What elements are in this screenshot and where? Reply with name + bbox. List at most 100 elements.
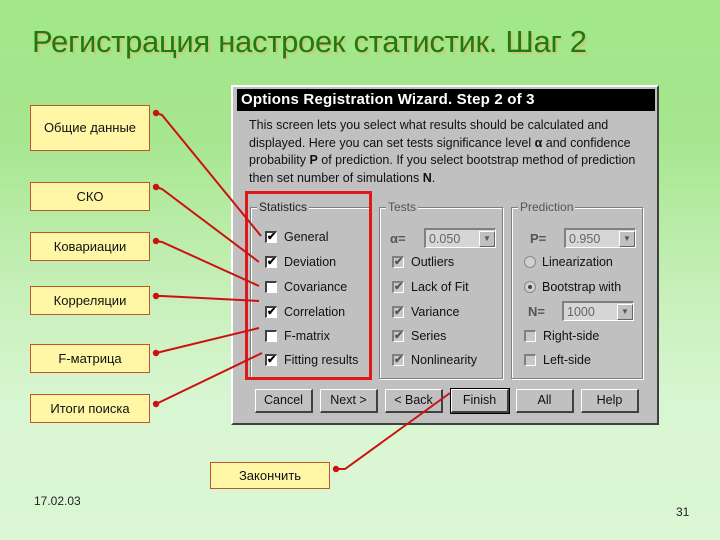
callout-correlation: Корреляции <box>30 286 150 315</box>
cancel-button[interactable]: Cancel <box>255 389 313 413</box>
leader-dot-general <box>152 109 160 117</box>
leader-dot-fitting <box>152 400 160 408</box>
checkbox-series[interactable]: ✔ Series <box>392 329 446 343</box>
dialog-description: This screen lets you select what results… <box>249 117 649 187</box>
checkbox-fitting-results[interactable]: ✔ Fitting results <box>265 353 358 367</box>
callout-finish: Закончить <box>210 462 330 489</box>
checkbox-f-matrix[interactable]: F-matrix <box>265 329 330 343</box>
checkbox-box[interactable]: ✔ <box>265 306 277 318</box>
checkbox-box[interactable]: ✔ <box>392 256 404 268</box>
radio-button[interactable] <box>524 256 536 268</box>
n-value: 1000 <box>567 304 595 319</box>
alpha-value: 0.050 <box>429 231 461 246</box>
callout-fmatrix: F-матрица <box>30 344 150 373</box>
radio-label: Bootstrap with <box>542 280 622 294</box>
checkbox-box[interactable]: ✔ <box>265 354 277 366</box>
checkbox-label: Series <box>411 329 447 343</box>
alpha-select[interactable]: 0.050 ▼ <box>424 228 496 248</box>
callout-deviation: СКО <box>30 182 150 211</box>
alpha-combo-row: α= 0.050 ▼ <box>390 228 496 248</box>
desc-line-4b: . <box>431 170 436 185</box>
desc-line-2b: and confidence <box>542 135 631 150</box>
callout-general: Общие данные <box>30 105 150 151</box>
p-combo-row: P= 0.950 ▼ <box>530 228 636 248</box>
next-button[interactable]: Next > <box>320 389 378 413</box>
checkbox-outliers[interactable]: ✔ Outliers <box>392 255 454 269</box>
desc-line-1: This screen lets you select what results… <box>249 118 609 132</box>
leader-dot-correlation <box>152 292 160 300</box>
dialog-title: Options Registration Wizard. Step 2 of 3 <box>237 89 655 111</box>
checkbox-lack-of-fit[interactable]: ✔ Lack of Fit <box>392 280 469 294</box>
callout-covariance: Ковариации <box>30 232 150 261</box>
checkbox-label: Outliers <box>411 255 455 269</box>
checkbox-label: Right-side <box>543 329 600 343</box>
checkbox-box[interactable] <box>524 354 536 366</box>
help-button[interactable]: Help <box>581 389 639 413</box>
p-select[interactable]: 0.950 ▼ <box>564 228 636 248</box>
p-value: 0.950 <box>569 231 601 246</box>
checkbox-box[interactable]: ✔ <box>265 231 277 243</box>
slide-date: 17.02.03 <box>34 494 81 508</box>
p-label: P= <box>530 230 547 246</box>
checkbox-label: Deviation <box>284 255 337 269</box>
radio-bootstrap[interactable]: Bootstrap with <box>524 280 621 294</box>
alpha-label: α= <box>390 230 406 246</box>
desc-line-4a: then set number of simulations <box>249 170 423 185</box>
checkbox-box[interactable]: ✔ <box>392 330 404 342</box>
checkbox-right-side[interactable]: Right-side <box>524 329 599 343</box>
checkbox-label: Left-side <box>543 353 591 367</box>
radio-button-selected[interactable] <box>524 281 536 293</box>
checkbox-box[interactable]: ✔ <box>392 281 404 293</box>
checkbox-left-side[interactable]: Left-side <box>524 353 591 367</box>
n-symbol: N <box>422 170 432 185</box>
n-label: N= <box>528 303 545 319</box>
checkbox-general[interactable]: ✔ General <box>265 230 328 244</box>
prediction-group: Prediction P= 0.950 ▼ Linearization Boot… <box>511 200 643 379</box>
radio-linearization[interactable]: Linearization <box>524 255 613 269</box>
checkbox-variance[interactable]: ✔ Variance <box>392 305 459 319</box>
chevron-down-icon[interactable]: ▼ <box>617 303 633 320</box>
leader-dot-deviation <box>152 183 160 191</box>
checkbox-label: Lack of Fit <box>411 280 469 294</box>
checkbox-label: Nonlinearity <box>411 353 478 367</box>
desc-line-3b: of prediction. If you select bootstrap m… <box>317 153 636 167</box>
all-button[interactable]: All <box>516 389 574 413</box>
slide-page-number: 31 <box>676 505 690 519</box>
statistics-group-label: Statistics <box>257 200 310 214</box>
desc-line-2a: displayed. Here you can set tests signif… <box>249 135 535 150</box>
checkbox-box[interactable] <box>265 330 277 342</box>
radio-label: Linearization <box>542 255 613 269</box>
back-button[interactable]: < Back <box>385 389 443 413</box>
chevron-down-icon[interactable]: ▼ <box>479 230 495 247</box>
p-symbol: P <box>309 153 318 167</box>
checkbox-label: Covariance <box>284 280 348 294</box>
checkbox-deviation[interactable]: ✔ Deviation <box>265 255 336 269</box>
slide-title: Регистрация настроек статистик. Шаг 2 <box>32 24 587 59</box>
checkbox-correlation[interactable]: ✔ Correlation <box>265 305 345 319</box>
chevron-down-icon[interactable]: ▼ <box>619 230 635 247</box>
tests-group-label: Tests <box>386 200 419 214</box>
leader-dot-covariance <box>152 237 160 245</box>
prediction-group-label: Prediction <box>518 200 576 214</box>
checkbox-label: Variance <box>411 305 460 319</box>
statistics-group: Statistics ✔ General ✔ Deviation Covarianc… <box>250 200 370 379</box>
finish-button[interactable]: Finish <box>450 388 510 414</box>
checkbox-box[interactable] <box>265 281 277 293</box>
n-combo-row: N= 1000 ▼ <box>528 301 634 321</box>
checkbox-covariance[interactable]: Covariance <box>265 280 347 294</box>
checkbox-label: F-matrix <box>284 329 330 343</box>
checkbox-box[interactable]: ✔ <box>392 354 404 366</box>
checkbox-nonlinearity[interactable]: ✔ Nonlinearity <box>392 353 477 367</box>
checkbox-box[interactable]: ✔ <box>265 256 277 268</box>
desc-line-3a: probability <box>249 153 310 167</box>
checkbox-box[interactable]: ✔ <box>392 306 404 318</box>
leader-dot-finish <box>332 465 340 473</box>
checkbox-label: Fitting results <box>284 353 359 367</box>
callout-fitting: Итоги поиска <box>30 394 150 423</box>
leader-dot-fmatrix <box>152 349 160 357</box>
tests-group: Tests α= 0.050 ▼ ✔ Outliers ✔ Lack of Fit … <box>379 200 503 379</box>
checkbox-label: Correlation <box>284 305 346 319</box>
checkbox-box[interactable] <box>524 330 536 342</box>
options-wizard-dialog: Options Registration Wizard. Step 2 of 3… <box>231 85 659 425</box>
n-select[interactable]: 1000 ▼ <box>562 301 634 321</box>
